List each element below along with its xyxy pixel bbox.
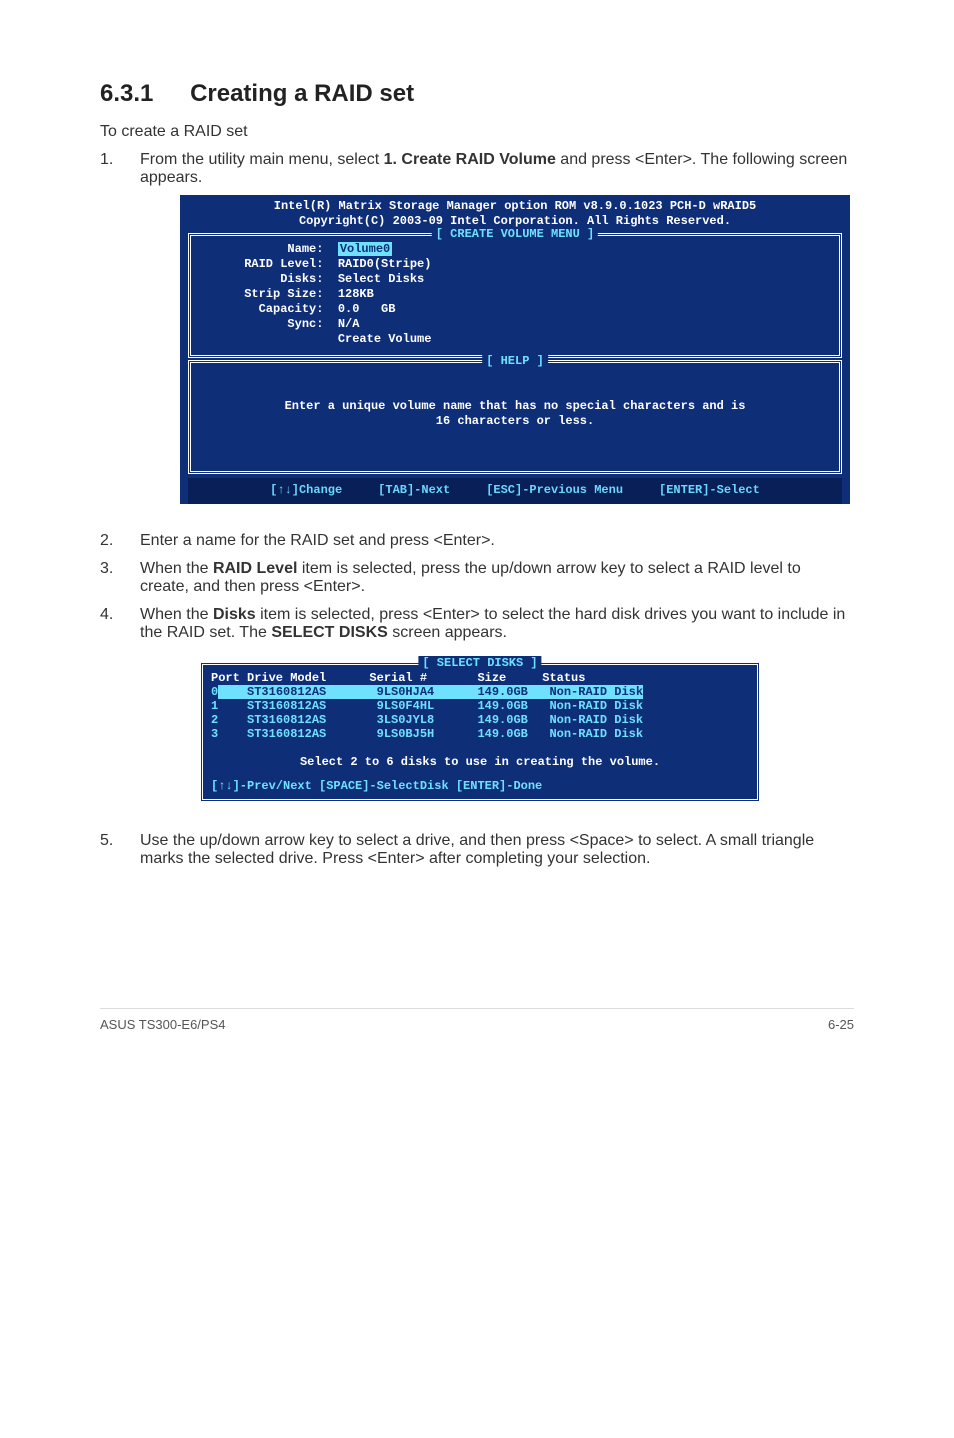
- field-disks: Disks: Select Disks: [201, 272, 829, 287]
- field-name: Name: Volume0: [201, 242, 829, 257]
- step-5: 5. Use the up/down arrow key to select a…: [100, 832, 854, 868]
- bios-key-hints: [↑↓]Change [TAB]-Next [ESC]-Previous Men…: [188, 478, 842, 504]
- select-disks-legend: [ SELECT DISKS ]: [418, 656, 541, 670]
- step2-text: Enter a name for the RAID set and press …: [140, 532, 854, 550]
- help-line-1: Enter a unique volume name that has no s…: [211, 399, 819, 414]
- step-marker: 4.: [100, 606, 140, 822]
- step5-text: Use the up/down arrow key to select a dr…: [140, 832, 854, 868]
- step1-bold: 1. Create RAID Volume: [384, 151, 556, 168]
- step-2: 2. Enter a name for the RAID set and pre…: [100, 532, 854, 550]
- help-text: Enter a unique volume name that has no s…: [201, 369, 829, 463]
- bios-screen-create-volume: Intel(R) Matrix Storage Manager option R…: [180, 195, 850, 504]
- section-heading: 6.3.1 Creating a RAID set: [100, 80, 854, 108]
- step3-bold: RAID Level: [213, 560, 297, 577]
- create-volume-panel: [ CREATE VOLUME MENU ] Name: Volume0 RAI…: [188, 233, 842, 358]
- step4-bold1: Disks: [213, 606, 256, 623]
- page-footer: ASUS TS300-E6/PS4 6-25: [100, 1008, 854, 1032]
- bios-title-block: Intel(R) Matrix Storage Manager option R…: [180, 195, 850, 231]
- step1-prefix: From the utility main menu, select: [140, 151, 384, 168]
- field-create: Create Volume: [201, 332, 829, 347]
- disk-header: Port Drive Model Serial # Size Status: [211, 671, 749, 685]
- step4-bold2: SELECT DISKS: [271, 624, 387, 641]
- disk-nav-hints: [↑↓]-Prev/Next [SPACE]-SelectDisk [ENTER…: [211, 779, 749, 793]
- intro-text: To create a RAID set: [100, 123, 854, 141]
- field-capacity: Capacity: 0.0 GB: [201, 302, 829, 317]
- bios-title-1: Intel(R) Matrix Storage Manager option R…: [180, 199, 850, 214]
- help-panel: [ HELP ] Enter a unique volume name that…: [188, 360, 842, 474]
- disk-row-highlight: ST3160812AS 9LS0HJA4 149.0GB Non-RAID Di…: [218, 685, 643, 699]
- disk-select-msg: Select 2 to 6 disks to use in creating t…: [211, 755, 749, 769]
- select-disks-panel: [ SELECT DISKS ] Port Drive Model Serial…: [200, 662, 760, 802]
- field-strip-size: Strip Size: 128KB: [201, 287, 829, 302]
- field-name-value: Volume0: [338, 242, 392, 256]
- footer-right: 6-25: [828, 1017, 854, 1032]
- help-line-2: 16 characters or less.: [211, 414, 819, 429]
- disk-row: 1 ST3160812AS 9LS0F4HL 149.0GB Non-RAID …: [211, 699, 749, 713]
- section-number: 6.3.1: [100, 80, 153, 107]
- footer-left: ASUS TS300-E6/PS4: [100, 1017, 226, 1032]
- step4-suffix: screen appears.: [388, 624, 507, 641]
- field-raid-level: RAID Level: RAID0(Stripe): [201, 257, 829, 272]
- step-marker: 2.: [100, 532, 140, 550]
- disk-row: 3 ST3160812AS 9LS0BJ5H 149.0GB Non-RAID …: [211, 727, 749, 741]
- step-marker: 5.: [100, 832, 140, 868]
- field-sync: Sync: N/A: [201, 317, 829, 332]
- disk-row-selected: 0 ST3160812AS 9LS0HJA4 149.0GB Non-RAID …: [211, 685, 749, 699]
- step-marker: 1.: [100, 151, 140, 522]
- section-title: Creating a RAID set: [190, 80, 414, 107]
- step-3: 3. When the RAID Level item is selected,…: [100, 560, 854, 596]
- step4-prefix: When the: [140, 606, 213, 623]
- step-4: 4. When the Disks item is selected, pres…: [100, 606, 854, 822]
- help-legend: [ HELP ]: [482, 354, 548, 369]
- instruction-list: 1. From the utility main menu, select 1.…: [100, 151, 854, 868]
- step3-prefix: When the: [140, 560, 213, 577]
- step-1: 1. From the utility main menu, select 1.…: [100, 151, 854, 522]
- step-marker: 3.: [100, 560, 140, 596]
- create-volume-legend: [ CREATE VOLUME MENU ]: [432, 227, 598, 242]
- disk-row: 2 ST3160812AS 3LS0JYL8 149.0GB Non-RAID …: [211, 713, 749, 727]
